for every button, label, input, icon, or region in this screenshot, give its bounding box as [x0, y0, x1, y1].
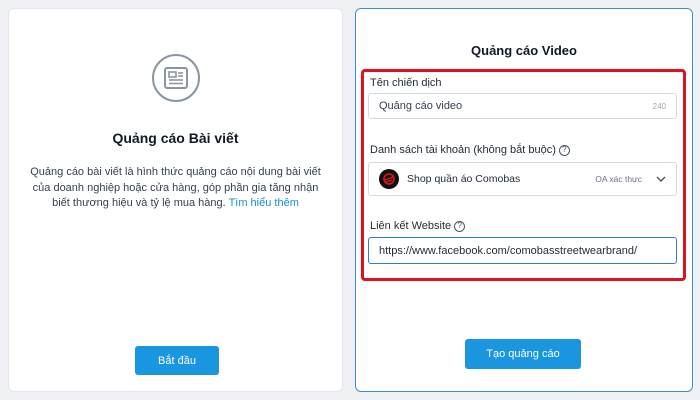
account-select[interactable]: Shop quần áo Comobas OA xác thực: [368, 162, 677, 196]
account-name: Shop quần áo Comobas: [407, 173, 521, 185]
campaign-name-label-text: Tên chiến dịch: [370, 77, 442, 89]
help-icon[interactable]: ?: [454, 220, 466, 232]
article-ad-title: Quảng cáo Bài viết: [112, 130, 239, 146]
chevron-down-icon: [656, 174, 666, 184]
help-icon[interactable]: ?: [558, 144, 570, 156]
campaign-name-input[interactable]: Quảng cáo video 240: [368, 93, 677, 119]
article-ad-description: Quảng cáo bài viết là hình thức quảng cá…: [25, 165, 326, 212]
create-ad-button[interactable]: Tạo quảng cáo: [465, 339, 581, 369]
campaign-name-value: Quảng cáo video: [379, 100, 463, 112]
video-ad-card: Quảng cáo Video Tên chiến dịch Quảng cáo…: [355, 8, 693, 392]
account-list-label: Danh sách tài khoản (không bắt buộc) ?: [370, 144, 570, 156]
account-status: OA xác thực: [595, 174, 642, 184]
website-link-value: https://www.facebook.com/comobasstreetwe…: [379, 244, 638, 257]
start-button[interactable]: Bắt đầu: [135, 346, 219, 375]
char-count: 240: [652, 101, 666, 111]
website-link-input[interactable]: https://www.facebook.com/comobasstreetwe…: [368, 237, 677, 264]
article-icon: [152, 54, 200, 102]
video-ad-title: Quảng cáo Video: [471, 43, 577, 58]
campaign-name-label: Tên chiến dịch: [370, 77, 442, 89]
learn-more-link[interactable]: Tìm hiểu thêm: [229, 197, 299, 209]
shop-logo-icon: [379, 169, 399, 189]
article-ad-card: Quảng cáo Bài viết Quảng cáo bài viết là…: [8, 8, 343, 392]
website-link-label-text: Liên kết Website: [370, 220, 452, 232]
account-list-label-text: Danh sách tài khoản (không bắt buộc): [370, 144, 556, 156]
website-link-label: Liên kết Website ?: [370, 220, 466, 232]
